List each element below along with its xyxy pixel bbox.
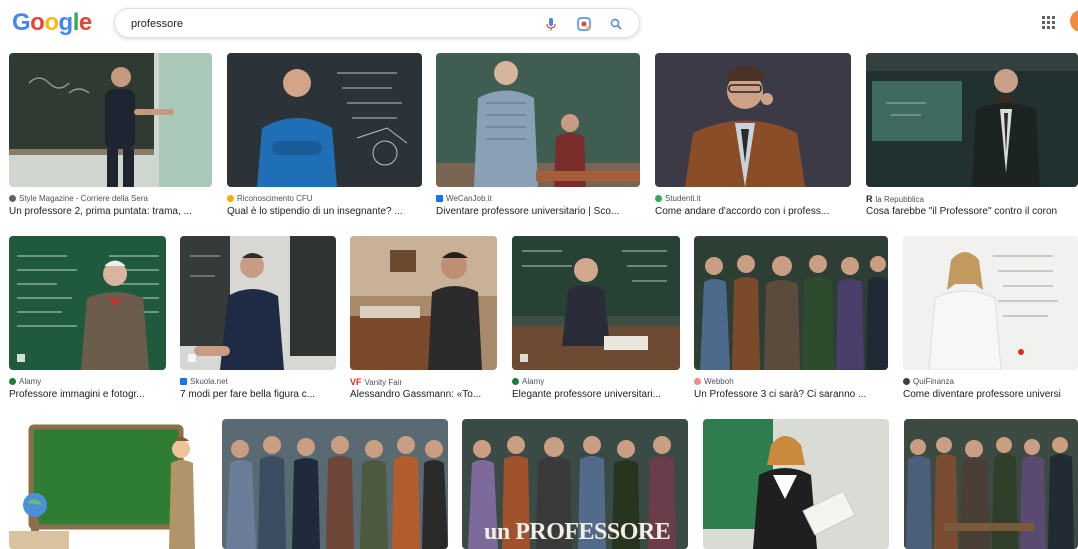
result-title[interactable]: Qual è lo stipendio di un insegnante? ..…	[227, 206, 422, 217]
image-result[interactable]: Riconoscimento CFU Qual è lo stipendio d…	[227, 53, 422, 221]
result-title[interactable]: Alessandro Gassmann: «To...	[350, 389, 497, 400]
site-favicon-icon	[512, 378, 519, 385]
result-title[interactable]: Professore immagini e fotogr...	[9, 389, 166, 400]
result-thumbnail[interactable]	[512, 236, 680, 370]
image-result[interactable]: Rla Repubblica Cosa farebbe "il Professo…	[866, 53, 1078, 221]
result-thumbnail[interactable]	[694, 236, 888, 370]
source-name: Vanity Fair	[364, 377, 403, 387]
result-thumbnail[interactable]	[703, 419, 889, 549]
site-favicon-icon	[9, 378, 16, 385]
search-bar	[114, 8, 640, 38]
image-result[interactable]: WeCanJob.it Diventare professore univers…	[436, 53, 640, 221]
source-name: WeCanJob.it	[446, 194, 492, 203]
header: Google	[0, 0, 1078, 46]
result-thumbnail[interactable]	[436, 53, 640, 187]
result-source[interactable]: Studenti.it	[655, 194, 701, 203]
site-favicon-icon	[694, 378, 701, 385]
result-source[interactable]: Alamy	[512, 377, 544, 386]
logo-letter: G	[12, 9, 31, 36]
source-name: QuiFinanza	[913, 377, 954, 386]
vanity-fair-icon: VF	[350, 377, 362, 387]
result-title[interactable]: Un Professore 3 ci sarà? Ci saranno ...	[694, 389, 888, 400]
avatar[interactable]	[1070, 10, 1078, 32]
site-favicon-icon	[655, 195, 662, 202]
logo-letter: e	[78, 9, 92, 36]
result-thumbnail[interactable]	[222, 419, 448, 549]
image-result[interactable]: VF Vanity Fair Alessandro Gassmann: «To..…	[350, 236, 497, 404]
image-result[interactable]	[222, 419, 448, 549]
logo-letter: g	[58, 9, 74, 36]
result-source[interactable]: WeCanJob.it	[436, 194, 492, 203]
image-result[interactable]: QuiFinanza Come diventare professore uni…	[903, 236, 1078, 404]
result-source[interactable]: QuiFinanza	[903, 377, 954, 386]
image-result[interactable]: un PROFESSORE	[462, 419, 688, 549]
result-thumbnail[interactable]	[866, 53, 1078, 187]
result-title[interactable]: 7 modi per fare bella figura c...	[180, 389, 336, 400]
result-title[interactable]: Come diventare professore universi	[903, 389, 1078, 400]
result-source[interactable]: Alamy	[9, 377, 41, 386]
site-favicon-icon	[180, 378, 187, 385]
result-thumbnail[interactable]	[904, 419, 1078, 549]
result-title[interactable]: Un professore 2, prima puntata: trama, .…	[9, 206, 212, 217]
result-thumbnail[interactable]	[903, 236, 1078, 370]
search-input[interactable]	[131, 15, 531, 33]
camera-lens-icon[interactable]	[575, 15, 593, 33]
result-title[interactable]: Diventare professore universitario | Sco…	[436, 206, 640, 217]
logo-letter: o	[30, 9, 45, 36]
image-result[interactable]: Style Magazine - Corriere della Sera Un …	[9, 53, 212, 221]
result-source[interactable]: VF Vanity Fair	[350, 377, 402, 387]
search-icon[interactable]	[607, 15, 625, 33]
source-name: Style Magazine - Corriere della Sera	[19, 194, 148, 203]
source-name: la Repubblica	[875, 194, 924, 204]
result-source[interactable]: Riconoscimento CFU	[227, 194, 313, 203]
site-favicon-icon	[227, 195, 234, 202]
la-repubblica-icon: R	[866, 194, 873, 204]
source-name: Alamy	[19, 377, 42, 386]
microphone-icon[interactable]	[542, 15, 560, 33]
image-result[interactable]: Alamy Elegante professore universitari..…	[512, 236, 680, 404]
result-source[interactable]: Rla Repubblica	[866, 194, 924, 204]
logo-letter: o	[44, 9, 59, 36]
source-name: Riconoscimento CFU	[237, 194, 313, 203]
image-result[interactable]	[9, 419, 206, 549]
image-result[interactable]: Alamy Professore immagini e fotogr...	[9, 236, 166, 404]
source-name: Studenti.it	[665, 194, 701, 203]
source-name: Webboh	[704, 377, 734, 386]
result-thumbnail[interactable]	[9, 236, 166, 370]
result-title[interactable]: Elegante professore universitari...	[512, 389, 680, 400]
source-name: Alamy	[522, 377, 545, 386]
google-apps-icon[interactable]	[1040, 14, 1056, 30]
result-thumbnail[interactable]	[9, 419, 206, 549]
result-thumbnail[interactable]	[9, 53, 212, 187]
result-thumbnail[interactable]	[350, 236, 497, 370]
image-result[interactable]: Webboh Un Professore 3 ci sarà? Ci saran…	[694, 236, 888, 404]
source-name: Skuola.net	[190, 377, 228, 386]
movie-title-overlay: un PROFESSORE	[484, 519, 671, 545]
site-favicon-icon	[436, 195, 443, 202]
site-favicon-icon	[9, 195, 16, 202]
image-result[interactable]	[703, 419, 889, 549]
result-thumbnail[interactable]	[655, 53, 851, 187]
image-result[interactable]: Skuola.net 7 modi per fare bella figura …	[180, 236, 336, 404]
google-logo[interactable]: Google	[12, 9, 92, 37]
image-result[interactable]	[904, 419, 1078, 549]
result-source[interactable]: Skuola.net	[180, 377, 228, 386]
result-source[interactable]: Webboh	[694, 377, 734, 386]
result-source[interactable]: Style Magazine - Corriere della Sera	[9, 194, 148, 203]
image-result[interactable]: Studenti.it Come andare d'accordo con i …	[655, 53, 851, 221]
site-favicon-icon	[903, 378, 910, 385]
result-thumbnail[interactable]	[227, 53, 422, 187]
result-title[interactable]: Cosa farebbe "il Professore" contro il c…	[866, 206, 1078, 217]
result-title[interactable]: Come andare d'accordo con i profess...	[655, 206, 851, 217]
result-thumbnail[interactable]	[180, 236, 336, 370]
